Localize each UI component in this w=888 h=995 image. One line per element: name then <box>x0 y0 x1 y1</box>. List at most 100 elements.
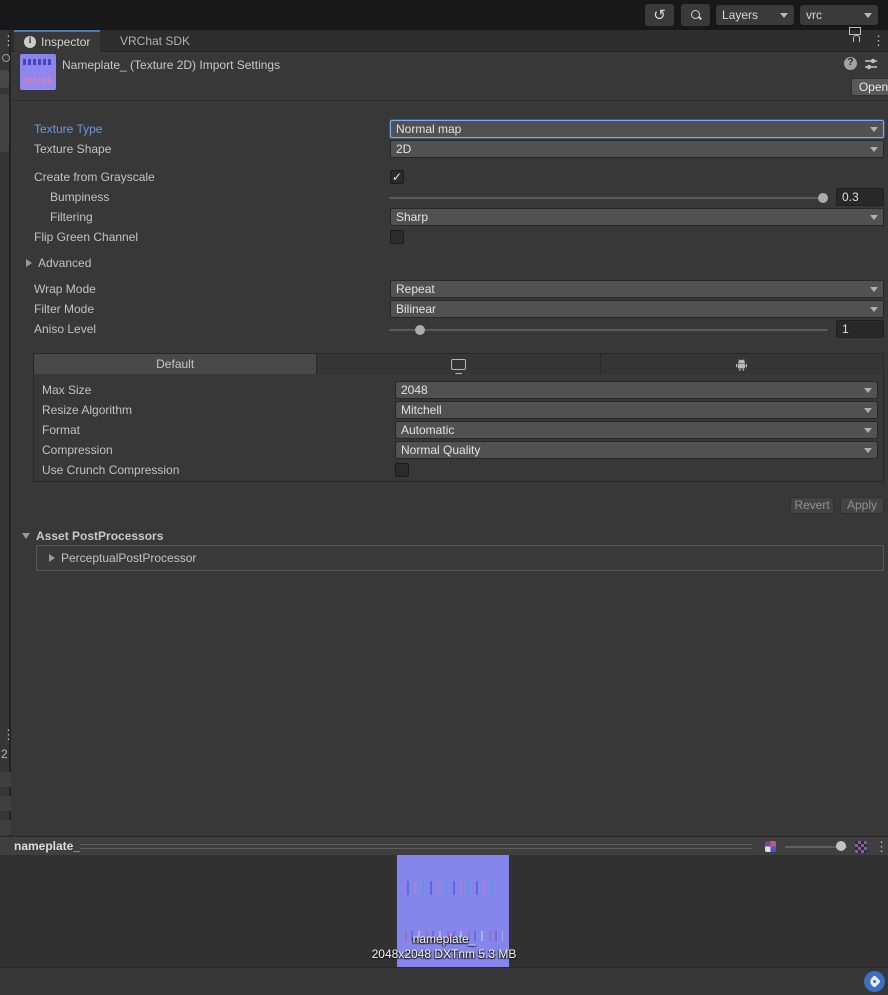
flip-green-channel-label: Flip Green Channel <box>34 230 139 244</box>
mip-level-slider-thumb[interactable] <box>836 841 846 851</box>
panel-button-sliver[interactable] <box>0 70 9 88</box>
bumpiness-slider[interactable] <box>389 193 828 203</box>
help-icon[interactable] <box>844 57 857 70</box>
layers-dropdown[interactable]: Layers <box>716 5 794 25</box>
row-use-crunch-compression: Use Crunch Compression <box>0 461 888 479</box>
postprocessor-box: PerceptualPostProcessor <box>36 545 884 571</box>
compression-dropdown[interactable]: Normal Quality <box>395 441 878 459</box>
preview-kebab-menu-icon[interactable] <box>875 840 888 853</box>
perceptual-postprocessor-item[interactable]: PerceptualPostProcessor <box>61 551 196 565</box>
layout-dropdown-value: vrc <box>806 8 822 22</box>
row-advanced-foldout: Advanced <box>0 254 888 272</box>
use-crunch-compression-label: Use Crunch Compression <box>42 463 180 477</box>
row-max-size: Max Size 2048 <box>0 381 888 399</box>
preview-header: nameplate_ <box>0 836 888 855</box>
wrap-mode-dropdown[interactable]: Repeat <box>390 280 884 298</box>
foldout-collapsed-icon <box>49 554 55 562</box>
aniso-level-value-field[interactable]: 1 <box>836 320 884 338</box>
chevron-down-icon <box>870 286 878 292</box>
advanced-foldout[interactable]: Advanced <box>38 254 91 272</box>
page-title: Nameplate_ (Texture 2D) Import Settings <box>62 58 281 72</box>
layout-dropdown[interactable]: vrc <box>800 5 878 25</box>
chevron-down-icon <box>864 447 872 453</box>
revert-button[interactable]: Revert <box>790 497 834 514</box>
tab-platform-default[interactable]: Default <box>34 354 318 374</box>
bumpiness-label: Bumpiness <box>50 190 110 204</box>
list-item-sliver <box>0 796 11 811</box>
row-compression: Compression Normal Quality <box>0 441 888 459</box>
chevron-down-icon <box>864 407 872 413</box>
bumpiness-value-field[interactable]: 0.3 <box>836 188 884 206</box>
wrap-mode-label: Wrap Mode <box>34 282 96 296</box>
bumpiness-slider-thumb[interactable] <box>818 193 828 203</box>
asset-postprocessors-header[interactable]: Asset PostProcessors <box>36 527 163 545</box>
info-icon <box>24 35 36 48</box>
asset-header: Nameplate_ (Texture 2D) Import Settings … <box>12 52 888 101</box>
preview-overlay-name: nameplate_ <box>412 932 476 946</box>
texture-type-dropdown[interactable]: Normal map <box>390 120 884 138</box>
alpha-checker-icon[interactable] <box>855 841 867 853</box>
row-create-from-grayscale: Create from Grayscale <box>0 168 888 186</box>
create-from-grayscale-checkbox[interactable] <box>390 170 404 184</box>
max-size-value: 2048 <box>401 383 428 397</box>
kebab-menu-icon[interactable] <box>2 34 15 47</box>
aniso-level-label: Aniso Level <box>34 322 97 336</box>
monitor-icon <box>450 358 466 374</box>
use-crunch-compression-checkbox[interactable] <box>395 463 409 477</box>
radio-icon <box>2 54 10 62</box>
filter-mode-value: Bilinear <box>396 302 437 316</box>
tag-glyph-hole <box>873 980 876 983</box>
platform-tab-strip: Default <box>33 353 884 374</box>
row-resize-algorithm: Resize Algorithm Mitchell <box>0 401 888 419</box>
flip-green-channel-checkbox[interactable] <box>390 230 404 244</box>
texture-shape-label: Texture Shape <box>34 142 112 156</box>
preview-drag-handle[interactable] <box>80 844 752 849</box>
row-aniso-level: Aniso Level 1 <box>0 320 888 338</box>
resize-algorithm-dropdown[interactable]: Mitchell <box>395 401 878 419</box>
row-wrap-mode: Wrap Mode Repeat <box>0 280 888 298</box>
apply-button[interactable]: Apply <box>840 497 884 514</box>
resize-algorithm-value: Mitchell <box>401 403 442 417</box>
row-actions: Revert Apply <box>0 497 888 515</box>
max-size-label: Max Size <box>42 383 92 397</box>
asset-bundle-bar <box>0 967 888 995</box>
texture-shape-dropdown[interactable]: 2D <box>390 140 884 158</box>
tab-inspector[interactable]: Inspector <box>14 30 101 52</box>
compression-value: Normal Quality <box>401 443 481 457</box>
search-button[interactable] <box>681 4 710 26</box>
row-flip-green-channel: Flip Green Channel <box>0 228 888 246</box>
default-tab-label: Default <box>156 357 195 371</box>
tab-vrchat-sdk[interactable]: VRChat SDK <box>110 30 200 52</box>
filter-mode-label: Filter Mode <box>34 302 95 316</box>
chevron-down-icon <box>870 126 878 132</box>
tab-kebab-menu-icon[interactable] <box>872 34 885 47</box>
kebab-menu-icon[interactable] <box>2 728 15 741</box>
aniso-level-slider[interactable] <box>389 325 828 335</box>
inspector-tab-label: Inspector <box>41 35 91 49</box>
layers-dropdown-label: Layers <box>722 8 759 22</box>
filtering-dropdown[interactable]: Sharp <box>390 208 884 226</box>
rgb-channels-icon[interactable] <box>765 841 776 852</box>
chevron-down-icon <box>780 12 788 18</box>
row-texture-type: Texture Type Normal map <box>0 120 888 138</box>
open-button[interactable]: Open <box>851 78 888 96</box>
chevron-down-icon <box>870 146 878 152</box>
format-dropdown[interactable]: Automatic <box>395 421 878 439</box>
tab-platform-android[interactable] <box>600 354 883 374</box>
texture-type-label: Texture Type <box>34 122 103 136</box>
texture-preview-area: nameplate_ 2048x2048 DXTnm 5.3 MB <box>0 855 888 967</box>
format-label: Format <box>42 423 81 437</box>
texture-type-value: Normal map <box>396 122 462 136</box>
filter-mode-dropdown[interactable]: Bilinear <box>390 300 884 318</box>
panel-row-number: 2 <box>1 747 8 761</box>
texture-detail <box>407 881 499 895</box>
row-texture-shape: Texture Shape 2D <box>0 140 888 158</box>
thumbnail-detail <box>23 59 52 65</box>
presets-icon[interactable] <box>864 57 878 71</box>
aniso-level-slider-thumb[interactable] <box>415 325 425 335</box>
max-size-dropdown[interactable]: 2048 <box>395 381 878 399</box>
tab-platform-standalone[interactable] <box>317 354 601 374</box>
chevron-down-icon <box>870 214 878 220</box>
asset-bundle-tag-icon[interactable] <box>864 971 885 992</box>
collab-history-button[interactable]: ↺ <box>645 4 674 26</box>
